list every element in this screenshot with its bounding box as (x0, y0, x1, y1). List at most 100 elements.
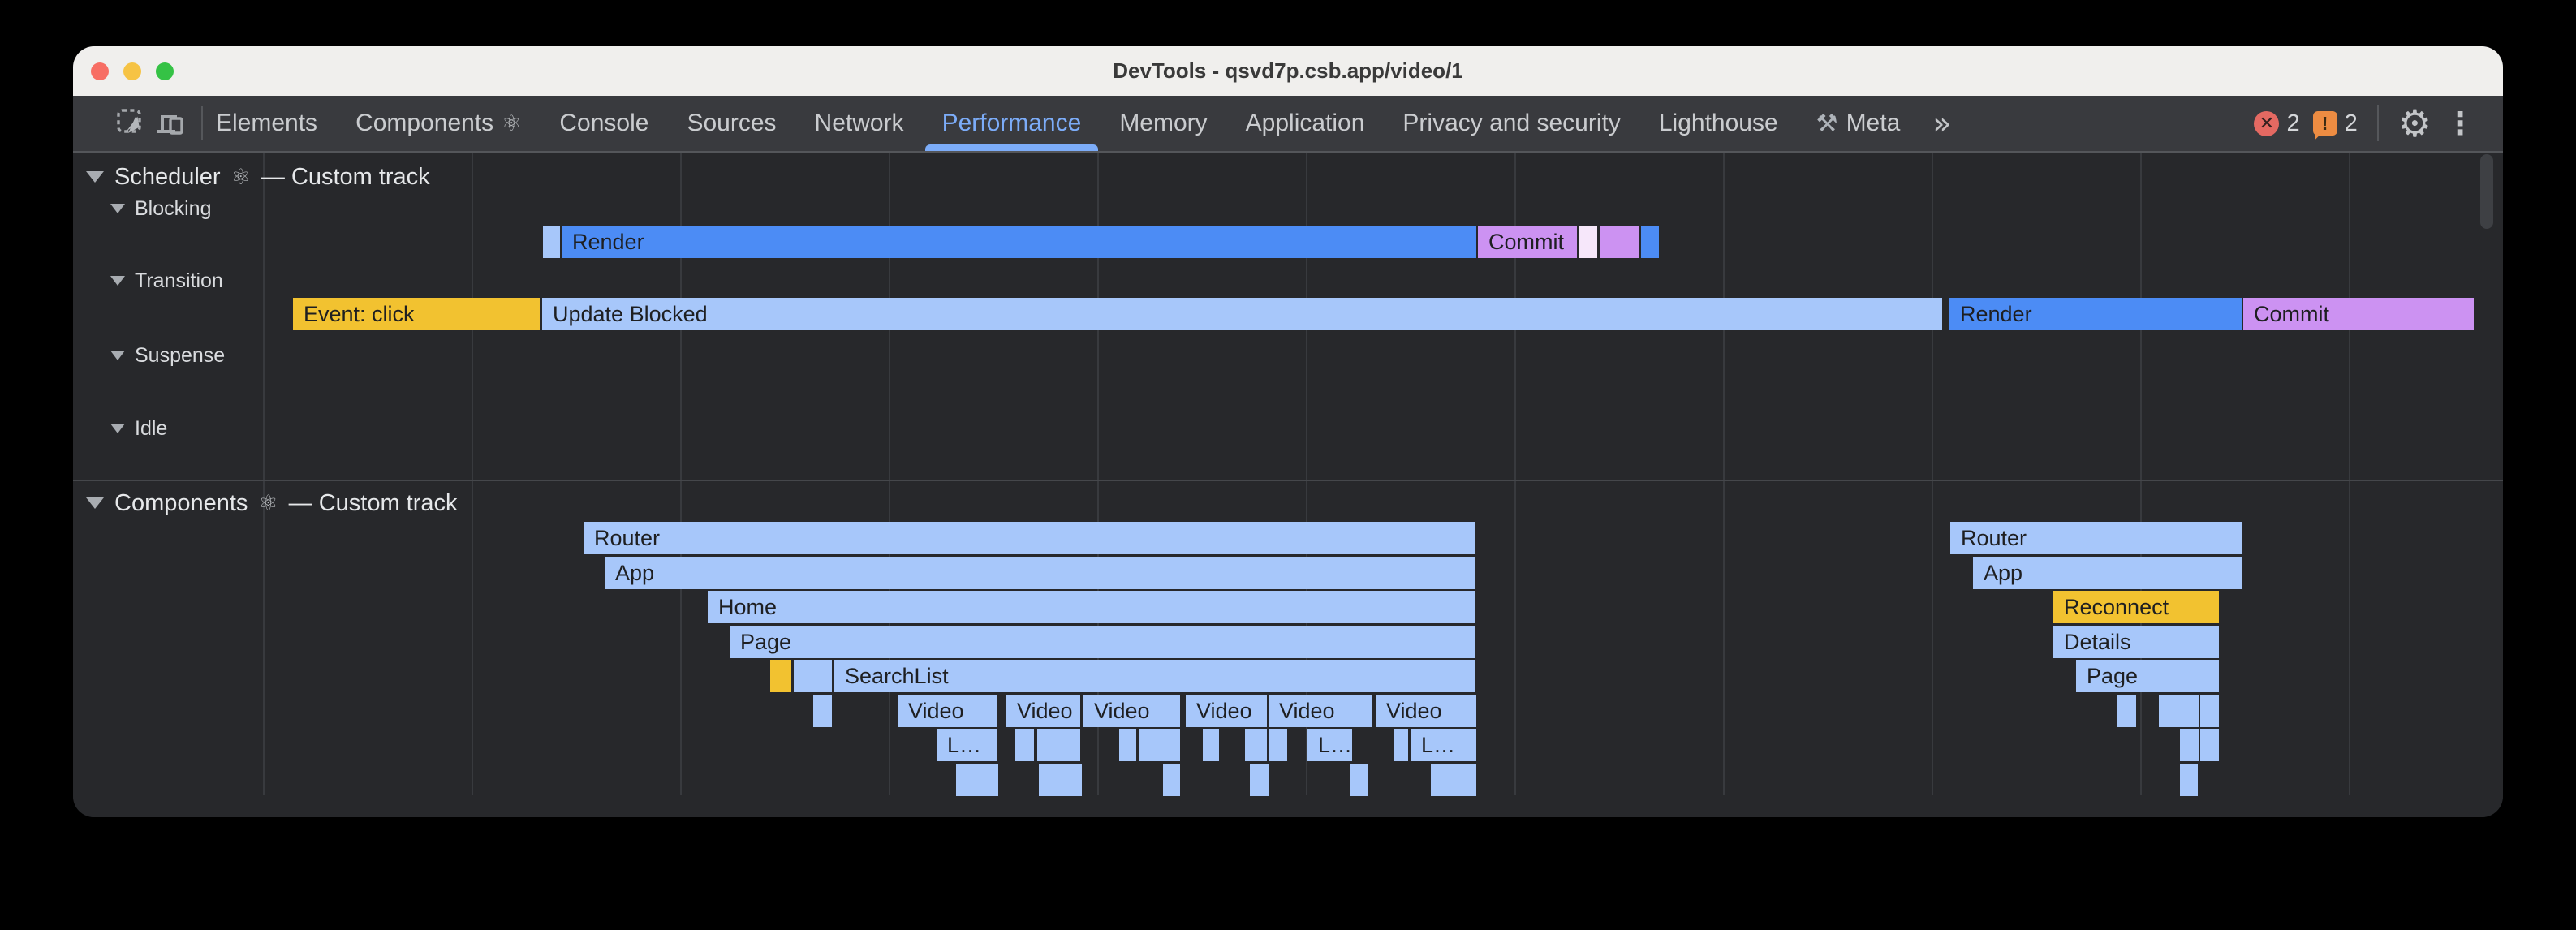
collapse-triangle-icon[interactable] (110, 424, 125, 433)
flame-bar[interactable] (1039, 764, 1082, 796)
flame-bar-router[interactable]: Router (584, 522, 1475, 554)
inspect-element-icon[interactable] (115, 107, 148, 140)
flame-bar[interactable] (2200, 729, 2219, 761)
flame-bar-video[interactable]: Video (1186, 695, 1267, 727)
tab-sources[interactable]: Sources (687, 96, 776, 151)
flame-bar-searchlist[interactable]: SearchList (834, 660, 1475, 692)
tab-label: Elements (216, 110, 317, 137)
tab-console[interactable]: Console (559, 96, 648, 151)
tab-meta[interactable]: ⚒ Meta (1816, 96, 1901, 151)
flame-bar[interactable] (2117, 695, 2136, 727)
flame-bar-video[interactable]: Video (1376, 695, 1476, 727)
flame-bar-app[interactable]: App (1973, 557, 2242, 589)
tab-memory[interactable]: Memory (1119, 96, 1207, 151)
tab-privacy-and-security[interactable]: Privacy and security (1402, 96, 1620, 151)
flame-bar-video[interactable]: Video (1269, 695, 1372, 727)
flame-bar-router[interactable]: Router (1950, 522, 2242, 554)
flame-bar[interactable] (1600, 226, 1639, 258)
scrollbar-thumb[interactable] (2480, 154, 2493, 229)
lane-label-suspense[interactable]: Suspense (110, 342, 225, 368)
flame-bar[interactable] (1037, 729, 1080, 761)
flame-bar[interactable] (1350, 764, 1368, 796)
flame-bar-l-[interactable]: L… (1411, 729, 1476, 761)
tab-elements[interactable]: Elements (216, 96, 317, 151)
tab-label: Performance (942, 110, 1082, 137)
flame-bar[interactable] (1269, 729, 1287, 761)
flame-bar-video[interactable]: Video (898, 695, 997, 727)
flame-bar[interactable] (543, 226, 560, 258)
tab-label: Network (815, 110, 904, 137)
performance-timeline[interactable]: Scheduler⚛— Custom trackBlockingRenderCo… (73, 153, 2503, 817)
track-name: Scheduler (114, 164, 221, 191)
flame-bar[interactable] (1641, 226, 1659, 258)
collapse-triangle-icon[interactable] (110, 351, 125, 360)
flame-bar-commit[interactable]: Commit (2243, 298, 2474, 330)
tab-performance[interactable]: Performance (942, 96, 1082, 151)
lane-name: Suspense (135, 344, 225, 368)
flame-bar-video[interactable]: Video (1083, 695, 1180, 727)
lane-label-transition[interactable]: Transition (110, 268, 223, 294)
flame-bar[interactable] (2159, 695, 2199, 727)
flame-bar[interactable] (770, 660, 791, 692)
panel-tabs: Elements Components⚛ Console Sources Network… (216, 96, 1900, 151)
flame-bar[interactable] (1119, 729, 1136, 761)
flame-bar[interactable] (1250, 764, 1269, 796)
device-toolbar-icon[interactable] (154, 107, 187, 140)
error-badge[interactable]: ✕ 2 (2254, 110, 2299, 137)
tab-label: Lighthouse (1659, 110, 1778, 137)
flame-bar-render[interactable]: Render (1949, 298, 2242, 330)
flame-bar-l-[interactable]: L… (937, 729, 997, 761)
flame-bar-page[interactable]: Page (2076, 660, 2219, 692)
close-button[interactable] (91, 62, 109, 80)
flame-bar-details[interactable]: Details (2053, 626, 2219, 658)
flame-bar-reconnect[interactable]: Reconnect (2053, 591, 2219, 623)
track-header-scheduler[interactable]: Scheduler⚛— Custom track (86, 164, 430, 190)
flame-bar-commit[interactable]: Commit (1478, 226, 1577, 258)
lane-label-idle[interactable]: Idle (110, 415, 167, 441)
flame-bar[interactable] (2180, 764, 2198, 796)
flame-bar-page[interactable]: Page (730, 626, 1475, 658)
flame-bar[interactable] (956, 764, 998, 796)
gridline (472, 153, 473, 795)
collapse-triangle-icon[interactable] (110, 276, 125, 286)
flame-bar[interactable] (1394, 729, 1408, 761)
settings-gear-icon[interactable]: ⚙ (2398, 105, 2432, 142)
flame-bar-video[interactable]: Video (1006, 695, 1080, 727)
flame-bar[interactable] (1245, 729, 1267, 761)
flame-bar[interactable] (2200, 695, 2219, 727)
flame-bar[interactable] (1015, 729, 1034, 761)
tab-components[interactable]: Components⚛ (355, 96, 521, 151)
lane-name: Blocking (135, 197, 212, 221)
flame-bar-l-[interactable]: L… (1307, 729, 1352, 761)
flame-bar[interactable] (2180, 729, 2199, 761)
tab-label: Meta (1846, 110, 1901, 137)
minimize-button[interactable] (123, 62, 141, 80)
tab-lighthouse[interactable]: Lighthouse (1659, 96, 1778, 151)
tab-application[interactable]: Application (1246, 96, 1365, 151)
tools-icon: ⚒ (1816, 110, 1838, 138)
flame-bar-render[interactable]: Render (562, 226, 1476, 258)
zoom-button[interactable] (156, 62, 174, 80)
flame-bar[interactable] (1203, 729, 1219, 761)
more-tabs-chevron-icon[interactable]: » (1932, 105, 1951, 141)
flame-bar[interactable] (1163, 764, 1180, 796)
flame-bar[interactable] (1579, 226, 1597, 258)
tab-label: Console (559, 110, 648, 137)
title-bar[interactable]: DevTools - qsvd7p.csb.app/video/1 (73, 46, 2503, 96)
flame-bar[interactable] (1139, 729, 1180, 761)
flame-bar-event-click[interactable]: Event: click (293, 298, 540, 330)
flame-bar[interactable] (813, 695, 832, 727)
flame-bar[interactable] (1431, 764, 1476, 796)
collapse-triangle-icon[interactable] (86, 497, 104, 509)
collapse-triangle-icon[interactable] (110, 204, 125, 213)
kebab-menu-icon[interactable]: ⋮ (2445, 108, 2475, 139)
flame-bar[interactable] (794, 660, 832, 692)
flame-bar-home[interactable]: Home (708, 591, 1475, 623)
warning-badge[interactable]: ! 2 (2313, 110, 2358, 137)
flame-bar-app[interactable]: App (605, 557, 1475, 589)
collapse-triangle-icon[interactable] (86, 171, 104, 183)
tab-network[interactable]: Network (815, 96, 904, 151)
flame-bar-update-blocked[interactable]: Update Blocked (542, 298, 1942, 330)
track-header-components[interactable]: Components⚛— Custom track (86, 490, 458, 516)
lane-label-blocking[interactable]: Blocking (110, 196, 212, 222)
